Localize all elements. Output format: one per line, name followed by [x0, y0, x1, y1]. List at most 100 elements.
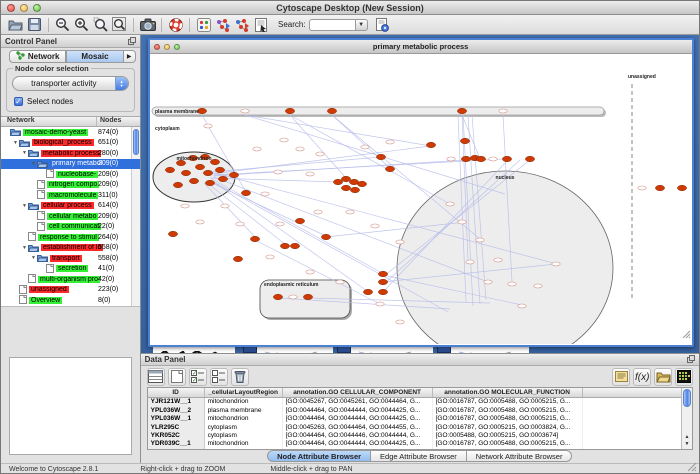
- network-node[interactable]: [357, 181, 366, 186]
- table-cell[interactable]: [GO:0016787, GO:0005488, GO:0005215, G..…: [433, 415, 583, 423]
- table-cell[interactable]: YPL036W__1: [148, 415, 205, 423]
- table-cell[interactable]: [GO:0045263, GO:0044464, GO:0044455, G..…: [283, 424, 433, 432]
- network-canvas[interactable]: plasma membranecytoplasmmitochondrionnuc…: [150, 54, 692, 344]
- network-node[interactable]: [195, 164, 204, 169]
- table-cell[interactable]: cytoplasm: [205, 432, 283, 440]
- tree-row-biological-process[interactable]: ▼biological_process651(0): [1, 138, 140, 149]
- tree-row-macromolecule[interactable]: macromolecule311(0): [1, 190, 140, 201]
- table-cell[interactable]: YPL036W__2: [148, 407, 205, 415]
- network-node-unselected[interactable]: [203, 124, 211, 128]
- network-node[interactable]: [525, 156, 534, 161]
- save-icon[interactable]: [25, 16, 44, 33]
- tree-row-cell-communicat[interactable]: cell communicat22(0): [1, 222, 140, 233]
- network-node-unselected[interactable]: [305, 270, 313, 274]
- table-cell[interactable]: plasma membrane: [205, 407, 283, 415]
- tab-node-attribute-browser[interactable]: Node Attribute Browser: [267, 450, 371, 462]
- network-node[interactable]: [350, 187, 359, 192]
- network-node-unselected[interactable]: [220, 204, 228, 208]
- network-node[interactable]: [655, 185, 664, 190]
- network-node[interactable]: [460, 138, 469, 143]
- table-cell[interactable]: mitochondrion: [205, 415, 283, 423]
- float-panel-icon[interactable]: [687, 355, 695, 363]
- network-window[interactable]: primary metabolic process plasma membran…: [148, 38, 694, 347]
- network-node-unselected[interactable]: [395, 320, 403, 324]
- table-cell[interactable]: [GO:0044464, GO:0044444, GO:0044425, G..…: [283, 415, 433, 423]
- table-cell[interactable]: YLR295C: [148, 424, 205, 432]
- network-node-unselected[interactable]: [445, 202, 453, 206]
- table-row-ypl036w__2[interactable]: YPL036W__2plasma membrane[GO:0044464, GO…: [148, 407, 692, 415]
- tab-edge-attribute-browser[interactable]: Edge Attribute Browser: [371, 450, 467, 462]
- table-cell[interactable]: cytoplasm: [205, 424, 283, 432]
- network-node-unselected[interactable]: [240, 109, 248, 113]
- network-node-unselected[interactable]: [335, 280, 343, 284]
- network-node[interactable]: [333, 179, 342, 184]
- network-node[interactable]: [218, 176, 227, 181]
- network-node[interactable]: [378, 271, 387, 276]
- table-cell[interactable]: [GO:0044464, GO:0044446, GO:0044444, G..…: [283, 432, 433, 440]
- expand-triangle-icon[interactable]: ▼: [30, 161, 37, 167]
- search-dropdown-arrow[interactable]: ▼: [355, 19, 368, 31]
- tree-row-nucleobase-[interactable]: nucleobase-209(0): [1, 169, 140, 180]
- window-resize-grip[interactable]: [682, 326, 691, 344]
- network-node[interactable]: [385, 166, 394, 171]
- column-header-1[interactable]: ID: [148, 388, 205, 397]
- network-node[interactable]: [303, 294, 312, 299]
- network-node[interactable]: [476, 156, 485, 161]
- network-node-unselected[interactable]: [279, 138, 287, 142]
- select-nodes-checkbox[interactable]: ✓: [14, 97, 23, 106]
- network-node-unselected[interactable]: [360, 145, 368, 149]
- vizmapper-icon[interactable]: [194, 16, 213, 33]
- network-node[interactable]: [426, 142, 435, 147]
- network-node-unselected[interactable]: [488, 157, 496, 161]
- network-node[interactable]: [378, 279, 387, 284]
- network-node-unselected[interactable]: [273, 170, 281, 174]
- heatmap-icon[interactable]: [675, 368, 693, 386]
- open-icon[interactable]: [6, 16, 25, 33]
- tab-network-attribute-browser[interactable]: Network Attribute Browser: [467, 450, 573, 462]
- tree-row-metabolic-process[interactable]: ▼metabolic process280(0): [1, 148, 140, 159]
- tree-row-nitrogen-compo[interactable]: nitrogen compo209(0): [1, 180, 140, 191]
- network-node[interactable]: [173, 182, 182, 187]
- network-node[interactable]: [677, 185, 686, 190]
- import-network-icon[interactable]: [213, 16, 232, 33]
- attr-table-icon[interactable]: [147, 368, 165, 386]
- network-node-unselected[interactable]: [315, 152, 323, 156]
- new-attr-icon[interactable]: [168, 368, 186, 386]
- network-node[interactable]: [290, 243, 299, 248]
- network-node-unselected[interactable]: [498, 109, 506, 113]
- network-node[interactable]: [229, 172, 238, 177]
- expand-triangle-icon[interactable]: ▼: [21, 203, 28, 209]
- network-node-unselected[interactable]: [265, 255, 273, 259]
- network-node-unselected[interactable]: [551, 262, 559, 266]
- network-node[interactable]: [378, 289, 387, 294]
- table-cell[interactable]: [GO:0016787, GO:0005488, GO:0005215, G..…: [433, 398, 583, 406]
- delete-attr-icon[interactable]: [231, 368, 249, 386]
- network-node[interactable]: [273, 294, 282, 299]
- network-node[interactable]: [165, 167, 174, 172]
- network-window-titlebar[interactable]: primary metabolic process: [150, 40, 692, 54]
- table-scrollbar[interactable]: ▲▼: [681, 388, 692, 448]
- zoom-out-icon[interactable]: [53, 16, 72, 33]
- network-node[interactable]: [341, 185, 350, 190]
- tree-column-nodes[interactable]: Nodes: [97, 117, 140, 126]
- tree-row-establishment-of-lo[interactable]: ▼establishment of lo558(0): [1, 243, 140, 254]
- expand-triangle-icon[interactable]: ▼: [21, 150, 28, 156]
- modify-network-icon[interactable]: [232, 16, 251, 33]
- network-node-unselected[interactable]: [305, 172, 313, 176]
- expand-triangle-icon[interactable]: ▼: [21, 245, 28, 251]
- network-node-unselected[interactable]: [370, 224, 378, 228]
- table-cell[interactable]: [GO:0005488, GO:0005215, GO:0003674]: [433, 432, 583, 440]
- zoom-fit-icon[interactable]: [110, 16, 129, 33]
- network-node-unselected[interactable]: [252, 147, 260, 151]
- network-node[interactable]: [363, 289, 372, 294]
- network-node[interactable]: [250, 236, 259, 241]
- network-node[interactable]: [461, 156, 470, 161]
- expand-triangle-icon[interactable]: ▼: [12, 140, 19, 146]
- help-icon[interactable]: [166, 16, 185, 33]
- network-node-unselected[interactable]: [260, 192, 268, 196]
- network-node-unselected[interactable]: [180, 204, 188, 208]
- network-node[interactable]: [168, 231, 177, 236]
- unselect-attrs-icon[interactable]: [210, 368, 228, 386]
- network-node-unselected[interactable]: [475, 238, 483, 242]
- table-row-ykr052c[interactable]: YKR052Ccytoplasm[GO:0044464, GO:0044446,…: [148, 432, 692, 440]
